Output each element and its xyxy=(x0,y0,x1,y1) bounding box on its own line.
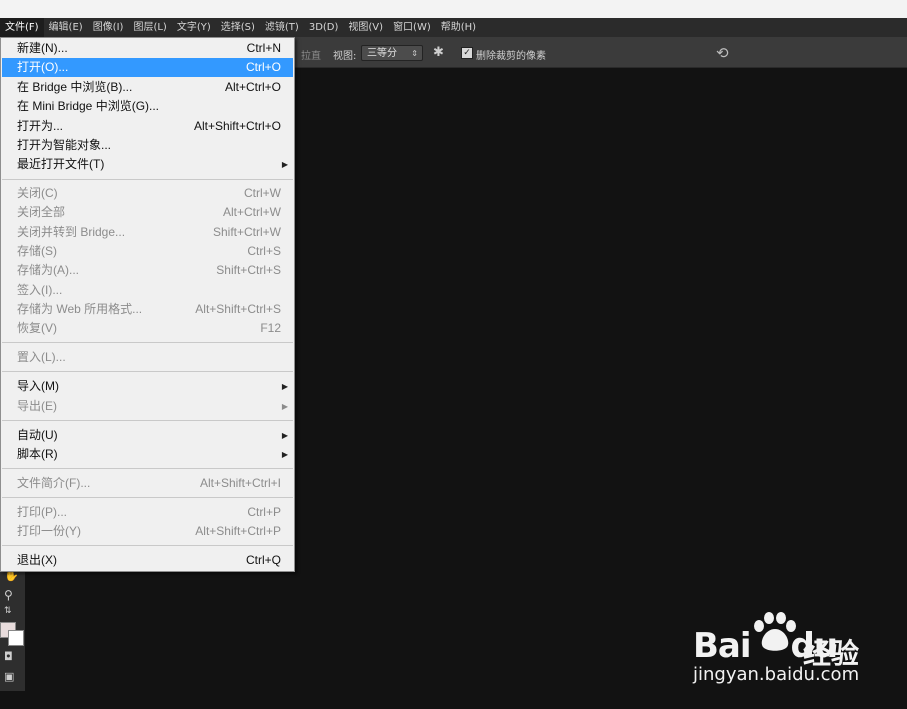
menu-3d[interactable]: 3D(D) xyxy=(304,18,344,37)
submenu-arrow-icon: ▶ xyxy=(281,402,288,411)
background-color-swatch[interactable] xyxy=(8,630,24,646)
menu-item-file-info[interactable]: 文件简介(F)... Alt+Shift+Ctrl+I xyxy=(2,474,293,493)
delete-cropped-checkbox[interactable]: ✓ xyxy=(461,47,473,59)
menu-separator xyxy=(2,342,293,343)
menu-item-close[interactable]: 关闭(C) Ctrl+W xyxy=(2,184,293,203)
quick-mask-icon[interactable]: ◘ xyxy=(4,650,13,663)
view-label: 视图: xyxy=(333,51,357,62)
menu-item-recent-files[interactable]: 最近打开文件(T) ▶ xyxy=(2,155,293,174)
reset-icon[interactable]: ⟲ xyxy=(716,44,729,62)
submenu-arrow-icon: ▶ xyxy=(281,382,288,391)
submenu-arrow-icon: ▶ xyxy=(281,431,288,440)
menu-separator xyxy=(2,371,293,372)
menu-file[interactable]: 文件(F) xyxy=(0,18,44,37)
menu-item-browse-mini-bridge[interactable]: 在 Mini Bridge 中浏览(G)... xyxy=(2,97,293,116)
menu-separator xyxy=(2,468,293,469)
menu-image[interactable]: 图像(I) xyxy=(88,18,129,37)
menu-item-close-go-bridge[interactable]: 关闭并转到 Bridge... Shift+Ctrl+W xyxy=(2,223,293,242)
screen-mode-icon[interactable]: ▣ xyxy=(4,670,14,683)
menu-item-automate[interactable]: 自动(U) ▶ xyxy=(2,426,293,445)
menu-select[interactable]: 选择(S) xyxy=(216,18,260,37)
menu-filter[interactable]: 滤镜(T) xyxy=(260,18,304,37)
menu-layer[interactable]: 图层(L) xyxy=(128,18,171,37)
menu-item-exit[interactable]: 退出(X) Ctrl+Q xyxy=(2,551,293,570)
file-menu-dropdown: 新建(N)... Ctrl+N 打开(O)... Ctrl+O 在 Bridge 中… xyxy=(0,37,295,572)
view-overlay-value: 三等分 xyxy=(367,48,397,59)
menu-separator xyxy=(2,497,293,498)
menu-item-browse-bridge[interactable]: 在 Bridge 中浏览(B)... Alt+Ctrl+O xyxy=(2,78,293,97)
watermark-url: jingyan.baidu.com xyxy=(693,664,860,685)
menu-view[interactable]: 视图(V) xyxy=(343,18,388,37)
menu-item-print[interactable]: 打印(P)... Ctrl+P xyxy=(2,503,293,522)
menu-item-save-for-web[interactable]: 存储为 Web 所用格式... Alt+Shift+Ctrl+S xyxy=(2,300,293,319)
delete-cropped-label: 删除裁剪的像素 xyxy=(476,51,546,62)
menu-edit[interactable]: 编辑(E) xyxy=(44,18,88,37)
menu-separator xyxy=(2,179,293,180)
menu-item-save[interactable]: 存储(S) Ctrl+S xyxy=(2,242,293,261)
menu-item-close-all[interactable]: 关闭全部 Alt+Ctrl+W xyxy=(2,203,293,222)
chevron-updown-icon: ⇕ xyxy=(411,49,418,58)
menu-item-export[interactable]: 导出(E) ▶ xyxy=(2,397,293,416)
menu-item-revert[interactable]: 恢复(V) F12 xyxy=(2,319,293,338)
baidu-jingyan-watermark: Bai du 经验 jingyan.baidu.com xyxy=(693,608,863,688)
gear-icon[interactable]: ✱ xyxy=(433,45,444,61)
menu-separator xyxy=(2,545,293,546)
menu-item-open-as[interactable]: 打开为... Alt+Shift+Ctrl+O xyxy=(2,117,293,136)
menu-item-open[interactable]: 打开(O)... Ctrl+O xyxy=(2,58,293,77)
menu-help[interactable]: 帮助(H) xyxy=(436,18,481,37)
submenu-arrow-icon: ▶ xyxy=(281,160,288,169)
menu-item-scripts[interactable]: 脚本(R) ▶ xyxy=(2,445,293,464)
window-top-strip xyxy=(0,0,907,18)
menu-bar: 文件(F) 编辑(E) 图像(I) 图层(L) 文字(Y) 选择(S) 滤镜(T… xyxy=(0,18,907,37)
menu-item-print-one-copy[interactable]: 打印一份(Y) Alt+Shift+Ctrl+P xyxy=(2,522,293,541)
straighten-button[interactable]: 拉直 xyxy=(301,47,321,62)
menu-item-check-in[interactable]: 签入(I)... xyxy=(2,281,293,300)
menu-item-open-as-smart-object[interactable]: 打开为智能对象... xyxy=(2,136,293,155)
menu-item-place[interactable]: 置入(L)... xyxy=(2,348,293,367)
submenu-arrow-icon: ▶ xyxy=(281,450,288,459)
zoom-tool-icon[interactable]: ⚲ xyxy=(4,588,13,602)
view-overlay-select[interactable]: 三等分 ⇕ xyxy=(361,45,423,61)
swap-colors-icon[interactable]: ⇅ xyxy=(4,606,12,616)
menu-item-import[interactable]: 导入(M) ▶ xyxy=(2,377,293,396)
menu-window[interactable]: 窗口(W) xyxy=(388,18,436,37)
menu-item-save-as[interactable]: 存储为(A)... Shift+Ctrl+S xyxy=(2,261,293,280)
menu-item-new[interactable]: 新建(N)... Ctrl+N xyxy=(2,39,293,58)
menu-separator xyxy=(2,420,293,421)
menu-type[interactable]: 文字(Y) xyxy=(172,18,216,37)
